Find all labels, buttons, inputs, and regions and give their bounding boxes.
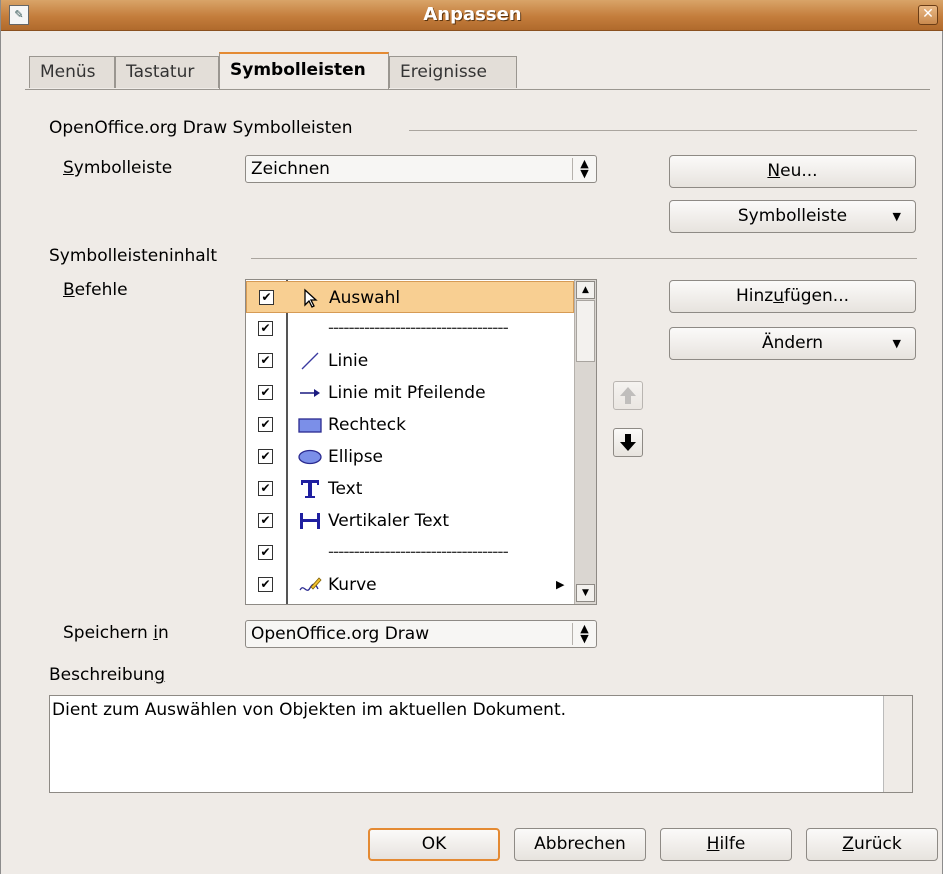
description-scroll-area	[883, 696, 912, 792]
save-in-select[interactable]: OpenOffice.org Draw ▲ ▼	[245, 620, 597, 648]
arrow-up-icon	[620, 387, 636, 404]
checkbox[interactable]: ✔	[258, 353, 273, 368]
checkbox[interactable]: ✔	[258, 385, 273, 400]
list-item-separator[interactable]: ✔ -----------------------------------	[246, 313, 574, 345]
list-item-text[interactable]: ✔ Text	[246, 473, 574, 505]
checkbox[interactable]: ✔	[258, 417, 273, 432]
checkbox[interactable]: ✔	[258, 321, 273, 336]
add-command-button[interactable]: Hinzufügen...	[669, 280, 916, 313]
close-button[interactable]: ✕	[918, 5, 938, 25]
item-label: Text	[328, 479, 363, 499]
help-button[interactable]: Hilfe	[660, 828, 792, 861]
toolbar-content-title: Symbolleisteninhalt	[49, 246, 218, 266]
list-item-vertical-text[interactable]: ✔ Vertikaler Text	[246, 505, 574, 537]
chevron-down-icon: ▼	[892, 337, 901, 350]
list-item-separator[interactable]: ✔ -----------------------------------	[246, 537, 574, 569]
commands-list[interactable]: ✔ Auswahl ✔ ----------------------------…	[245, 279, 597, 605]
separator-label: -----------------------------------	[328, 542, 509, 562]
tab-events[interactable]: Ereignisse	[389, 56, 517, 88]
scroll-thumb[interactable]	[576, 300, 595, 362]
move-down-button[interactable]	[613, 428, 643, 457]
commands-label: Befehle	[63, 280, 128, 300]
chevron-down-icon: ▼	[892, 210, 901, 223]
text-icon	[301, 480, 319, 498]
toolbar-group-title: OpenOffice.org Draw Symbolleisten	[49, 118, 353, 138]
item-label: Kurve	[328, 575, 377, 595]
ok-button[interactable]: OK	[368, 828, 500, 861]
toolbar-label: Symbolleiste	[63, 158, 173, 178]
line-icon	[301, 352, 319, 370]
list-item-linie[interactable]: ✔ Linie	[246, 345, 574, 377]
scroll-down-button[interactable]: ▼	[576, 584, 595, 602]
description-box: Dient zum Auswählen von Objekten im aktu…	[49, 695, 913, 793]
tab-menus[interactable]: Menüs	[29, 56, 115, 88]
scroll-up-button[interactable]: ▲	[576, 281, 595, 299]
save-in-select-value: OpenOffice.org Draw	[251, 624, 430, 644]
move-up-button[interactable]	[613, 381, 643, 410]
tab-toolbars[interactable]: Symbolleisten	[219, 52, 389, 90]
group-separator	[409, 130, 917, 131]
item-label: Rechteck	[328, 415, 406, 435]
item-label: Vertikaler Text	[328, 511, 450, 531]
vertical-text-icon	[300, 513, 320, 529]
tab-panel-border	[25, 89, 930, 90]
spin-arrows-icon: ▲ ▼	[572, 158, 596, 180]
list-item-kurve[interactable]: ✔ Kurve ▶	[246, 569, 574, 601]
checkbox[interactable]: ✔	[258, 545, 273, 560]
separator-label: -----------------------------------	[328, 318, 509, 338]
list-item-rechteck[interactable]: ✔ Rechteck	[246, 409, 574, 441]
checkbox[interactable]: ✔	[258, 513, 273, 528]
pointer-icon	[304, 288, 318, 308]
window-title: Anpassen	[423, 4, 522, 25]
description-text: Dient zum Auswählen von Objekten im aktu…	[52, 700, 567, 720]
submenu-arrow-icon: ▶	[556, 578, 565, 591]
list-scrollbar[interactable]: ▲ ▼	[574, 280, 596, 604]
curve-icon	[299, 577, 322, 591]
new-toolbar-button[interactable]: Neu...	[669, 155, 916, 188]
item-label: Ellipse	[328, 447, 384, 467]
tab-keyboard[interactable]: Tastatur	[115, 56, 219, 88]
list-item-arrow-line[interactable]: ✔ Linie mit Pfeilende	[246, 377, 574, 409]
cancel-button[interactable]: Abbrechen	[514, 828, 646, 861]
description-label: Beschreibung	[49, 665, 166, 685]
customize-dialog: ✎ Anpassen ✕ Menüs Tastatur Symbolleiste…	[0, 0, 943, 874]
save-in-label: Speichern in	[63, 623, 169, 643]
checkbox[interactable]: ✔	[258, 449, 273, 464]
content-separator	[251, 258, 917, 259]
ellipse-icon	[298, 449, 322, 465]
checkbox[interactable]: ✔	[259, 290, 274, 305]
arrow-line-icon	[300, 389, 320, 397]
reset-button[interactable]: Zurück	[806, 828, 938, 861]
arrow-down-icon	[620, 434, 636, 451]
toolbar-menu-button[interactable]: Symbolleiste ▼	[669, 200, 916, 233]
item-label: Linie	[328, 351, 369, 371]
checkbox[interactable]: ✔	[258, 577, 273, 592]
spin-arrows-icon: ▲ ▼	[572, 623, 596, 645]
checkbox[interactable]: ✔	[258, 481, 273, 496]
modify-button[interactable]: Ändern ▼	[669, 327, 916, 360]
list-item-ellipse[interactable]: ✔ Ellipse	[246, 441, 574, 473]
toolbar-select-value: Zeichnen	[251, 159, 330, 179]
rectangle-icon	[298, 418, 322, 433]
item-label: Linie mit Pfeilende	[328, 383, 486, 403]
list-item-auswahl[interactable]: ✔ Auswahl	[246, 281, 574, 313]
title-bar: ✎ Anpassen ✕	[1, 0, 943, 31]
toolbar-select[interactable]: Zeichnen ▲ ▼	[245, 155, 597, 183]
item-label: Auswahl	[329, 288, 401, 308]
